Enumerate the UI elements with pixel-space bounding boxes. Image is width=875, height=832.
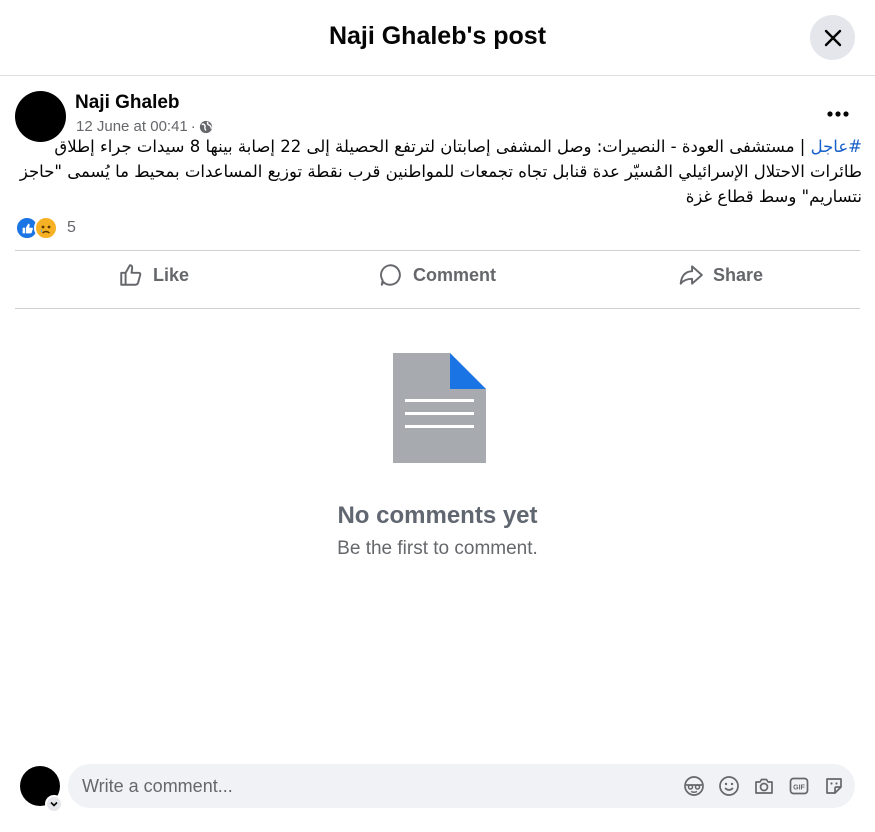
sticker-button[interactable] [822, 774, 845, 797]
meta-separator: · [190, 118, 196, 135]
sad-reaction [34, 216, 58, 240]
avatar-sticker-button[interactable] [682, 774, 705, 797]
divider-bottom [15, 308, 860, 309]
share-button[interactable]: Share [678, 258, 763, 292]
dialog-header: Naji Ghaleb's post [0, 0, 875, 76]
sad-icon [41, 225, 51, 234]
post-text: #عاجل | مستشفى العودة - النصيرات: وصل ال… [14, 134, 862, 209]
comment-composer: GIF [68, 764, 855, 808]
post-hashtag[interactable]: #عاجل [811, 137, 862, 156]
gif-icon: GIF [789, 777, 808, 794]
share-icon [679, 265, 703, 285]
composer-actions: GIF [682, 774, 845, 797]
profile-switch-button[interactable] [45, 795, 63, 813]
post-body: | مستشفى العودة - النصيرات: وصل المشفى إ… [19, 137, 862, 206]
post-timestamp[interactable]: 12 June at 00:41 [76, 118, 188, 135]
globe-icon[interactable] [199, 120, 213, 134]
like-button[interactable]: Like [118, 258, 189, 292]
like-label: Like [153, 264, 190, 285]
author-name[interactable]: Naji Ghaleb [75, 92, 180, 114]
no-comments-title: No comments yet [337, 502, 538, 529]
emoji-button[interactable] [717, 774, 740, 797]
comment-label: Comment [413, 264, 497, 285]
comment-icon [380, 264, 401, 286]
close-button[interactable] [810, 15, 855, 60]
comment-input[interactable] [82, 764, 642, 808]
photo-button[interactable] [752, 774, 775, 797]
chevron-down-icon [50, 801, 58, 807]
no-comments-subtitle: Be the first to comment. [337, 538, 538, 559]
share-label: Share [713, 264, 764, 285]
emoji-icon [718, 775, 739, 796]
reactions-summary[interactable]: 5 [15, 216, 76, 240]
sticker-icon [825, 777, 842, 794]
like-outline-icon [120, 264, 142, 286]
avatar-sticker-icon [683, 775, 704, 796]
reaction-count: 5 [67, 219, 76, 236]
close-icon [824, 29, 841, 46]
gif-button[interactable]: GIF [787, 774, 810, 797]
comment-button[interactable]: Comment [378, 258, 496, 292]
post-meta: 12 June at 00:41 · [76, 118, 213, 135]
camera-icon [754, 778, 773, 794]
like-icon [22, 223, 33, 233]
more-icon [827, 111, 849, 117]
divider-top [15, 250, 860, 251]
dialog-title: Naji Ghaleb's post [328, 22, 547, 50]
more-options-button[interactable] [818, 100, 858, 128]
svg-text:GIF: GIF [793, 784, 805, 791]
document-icon [393, 353, 486, 463]
